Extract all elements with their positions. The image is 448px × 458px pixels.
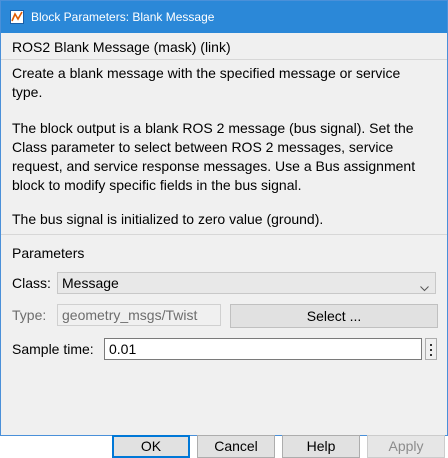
type-label: Type: [12,307,47,323]
class-label: Class: [12,275,51,291]
block-parameters-dialog: Block Parameters: Blank Message ROS2 Bla… [0,0,448,458]
class-dropdown-value: Message [62,275,119,291]
apply-button[interactable]: Apply [367,435,445,458]
header-divider [1,59,447,60]
parameters-divider [1,234,447,235]
window-title: Block Parameters: Blank Message [31,10,215,24]
dialog-content: ROS2 Blank Message (mask) (link) Create … [1,33,447,458]
type-field: geometry_msgs/Twist [57,304,221,326]
class-dropdown[interactable]: Message [57,272,436,294]
description-paragraph-1: Create a blank message with the specifie… [12,65,401,100]
parameters-section-label: Parameters [12,245,85,261]
title-bar[interactable]: Block Parameters: Blank Message [1,1,447,33]
sample-time-label: Sample time: [12,341,94,357]
mask-header: ROS2 Blank Message (mask) (link) [12,39,231,55]
description-paragraph-2: The block output is a blank ROS 2 messag… [12,120,416,193]
ok-button[interactable]: OK [112,435,190,458]
select-type-button[interactable]: Select ... [230,304,438,328]
simulink-block-icon [9,9,25,25]
cancel-button[interactable]: Cancel [197,435,275,458]
vertical-ellipsis-icon[interactable] [425,338,437,360]
help-button[interactable]: Help [282,435,360,458]
description-paragraph-3: The bus signal is initialized to zero va… [12,211,324,227]
sample-time-input[interactable]: 0.01 [104,338,422,360]
chevron-down-icon [420,277,429,297]
